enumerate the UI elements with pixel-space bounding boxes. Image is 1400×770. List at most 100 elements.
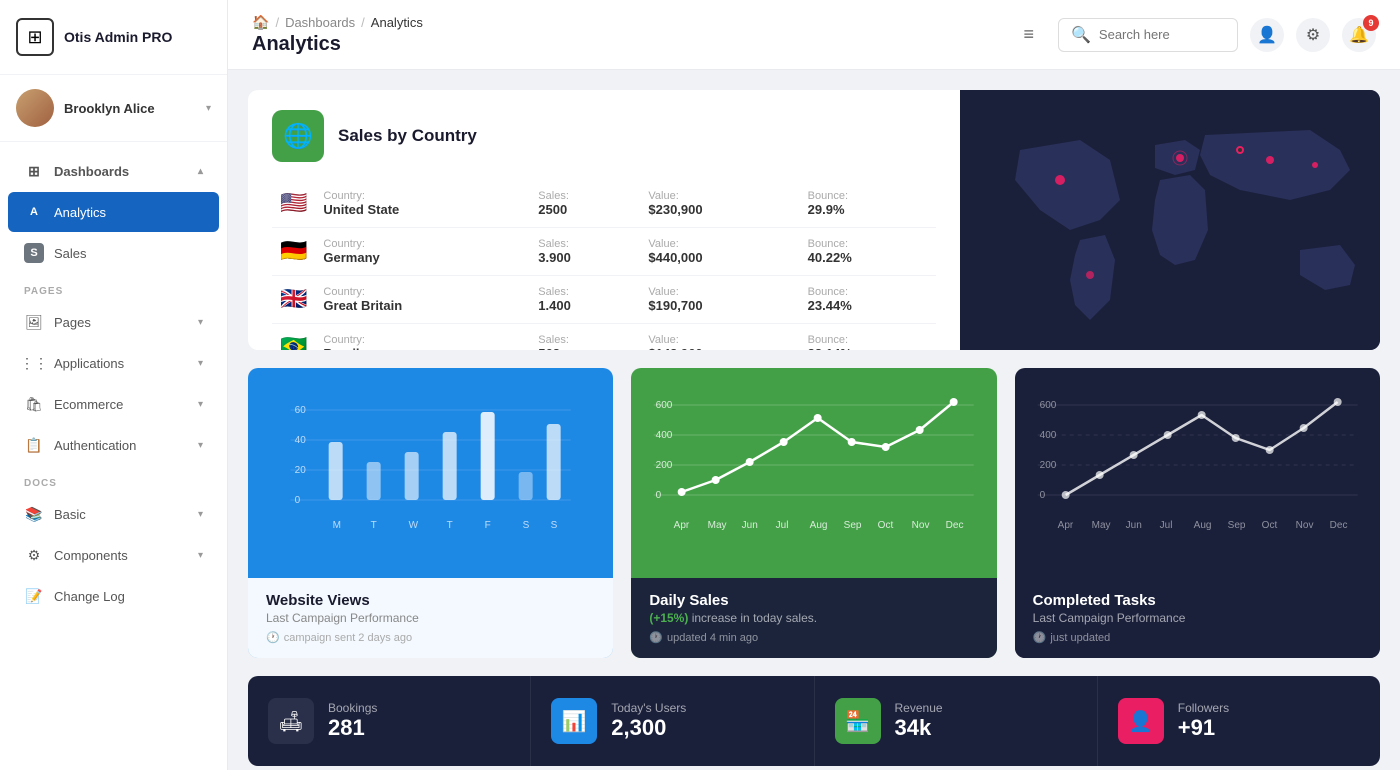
- search-icon: 🔍: [1071, 25, 1091, 45]
- svg-text:F: F: [485, 520, 491, 531]
- bounce-value: 32.14%: [808, 346, 928, 350]
- svg-text:40: 40: [295, 435, 307, 446]
- daily-sales-highlight: (+15%): [649, 611, 688, 625]
- svg-text:200: 200: [656, 460, 673, 471]
- country-label: Country:: [323, 286, 522, 298]
- components-label: Components: [54, 548, 188, 563]
- applications-chevron-icon: ▾: [198, 358, 203, 369]
- sidebar-item-changelog[interactable]: 📝 Change Log: [8, 576, 219, 616]
- table-row: 🇩🇪 Country: Germany Sales: 3.900 Value: …: [272, 228, 936, 276]
- completed-tasks-chart: 600 400 200 0: [1015, 368, 1380, 578]
- svg-text:Dec: Dec: [946, 520, 964, 531]
- svg-text:400: 400: [1039, 430, 1056, 441]
- sales-by-country-card: 🌐 Sales by Country 🇺🇸 Country: United St…: [248, 90, 1380, 350]
- stat-label: Revenue: [895, 701, 943, 715]
- svg-text:May: May: [708, 520, 727, 531]
- value-amount: $230,900: [648, 202, 791, 217]
- pages-section-label: PAGES: [0, 274, 227, 301]
- completed-tasks-card: 600 400 200 0: [1015, 368, 1380, 658]
- svg-text:W: W: [409, 520, 419, 531]
- country-flag: 🇧🇷: [280, 334, 307, 350]
- svg-text:Sep: Sep: [1227, 520, 1245, 531]
- sidebar-item-components[interactable]: ⚙ Components ▾: [8, 535, 219, 575]
- notification-badge: 9: [1363, 15, 1379, 31]
- sidebar: ⊞ Otis Admin PRO Brooklyn Alice ▾ ⊞ Dash…: [0, 0, 228, 770]
- user-name: Brooklyn Alice: [64, 101, 196, 116]
- svg-text:Nov: Nov: [912, 520, 930, 531]
- breadcrumb-sep1: /: [275, 15, 279, 30]
- completed-tasks-title: Completed Tasks: [1033, 592, 1362, 609]
- search-box[interactable]: 🔍: [1058, 18, 1238, 52]
- stat-item: 🛋 Bookings 281: [248, 676, 531, 766]
- sidebar-item-pages[interactable]: 🖼 Pages ▾: [8, 302, 219, 342]
- logo-text: Otis Admin PRO: [64, 29, 172, 45]
- table-row: 🇺🇸 Country: United State Sales: 2500 Val…: [272, 180, 936, 228]
- sidebar-item-applications[interactable]: ⋮⋮ Applications ▾: [8, 343, 219, 383]
- bounce-label: Bounce:: [808, 286, 928, 298]
- stat-item: 📊 Today's Users 2,300: [531, 676, 814, 766]
- svg-text:200: 200: [1039, 460, 1056, 471]
- authentication-label: Authentication: [54, 438, 188, 453]
- country-flag: 🇬🇧: [280, 286, 307, 311]
- daily-sales-card: 600 400 200 0: [631, 368, 996, 658]
- applications-label: Applications: [54, 356, 188, 371]
- dashboards-icon: ⊞: [24, 161, 44, 181]
- page-title: Analytics: [252, 33, 999, 56]
- sidebar-item-analytics[interactable]: A Analytics: [8, 192, 219, 232]
- line-chart-dark-svg: 600 400 200 0: [1031, 380, 1364, 540]
- daily-sales-subtitle: (+15%) increase in today sales.: [649, 611, 978, 625]
- svg-text:Aug: Aug: [1193, 520, 1211, 531]
- stat-icon: 🛋: [268, 698, 314, 744]
- sidebar-item-dashboards[interactable]: ⊞ Dashboards ▴: [8, 151, 219, 191]
- completed-tasks-info: Completed Tasks Last Campaign Performanc…: [1015, 578, 1380, 658]
- main-area: 🏠 / Dashboards / Analytics Analytics ≡ 🔍…: [228, 0, 1400, 770]
- sidebar-item-sales[interactable]: S Sales: [8, 233, 219, 273]
- stat-label: Followers: [1178, 701, 1229, 715]
- user-account-icon[interactable]: 👤: [1250, 18, 1284, 52]
- stat-value: 2,300: [611, 715, 686, 741]
- svg-text:0: 0: [295, 495, 301, 506]
- settings-icon[interactable]: ⚙: [1296, 18, 1330, 52]
- website-views-chart: 60 40 20 0 M T: [248, 368, 613, 578]
- bounce-label: Bounce:: [808, 190, 928, 202]
- sales-value: 1.400: [538, 298, 632, 313]
- website-views-title: Website Views: [266, 592, 595, 609]
- sidebar-item-authentication[interactable]: 📋 Authentication ▾: [8, 425, 219, 465]
- svg-text:M: M: [333, 520, 341, 531]
- stat-item: 👤 Followers +91: [1098, 676, 1380, 766]
- sidebar-item-ecommerce[interactable]: 🛍 Ecommerce ▾: [8, 384, 219, 424]
- svg-text:Nov: Nov: [1295, 520, 1313, 531]
- pages-chevron-icon: ▾: [198, 317, 203, 328]
- country-name: United State: [323, 202, 522, 217]
- ecommerce-chevron-icon: ▾: [198, 399, 203, 410]
- daily-sales-info: Daily Sales (+15%) increase in today sal…: [631, 578, 996, 658]
- applications-icon: ⋮⋮: [24, 353, 44, 373]
- svg-text:S: S: [523, 520, 530, 531]
- basic-icon: 📚: [24, 504, 44, 524]
- table-row: 🇧🇷 Country: Brasil Sales: 562 Value: $14…: [272, 324, 936, 351]
- pages-icon: 🖼: [24, 312, 44, 332]
- bounce-value: 29.9%: [808, 202, 928, 217]
- header-right: 🔍 👤 ⚙ 🔔 9: [1058, 18, 1376, 52]
- sidebar-item-basic[interactable]: 📚 Basic ▾: [8, 494, 219, 534]
- completed-tasks-time: 🕐 just updated: [1033, 631, 1362, 644]
- globe-icon: 🌐: [272, 110, 324, 162]
- svg-text:Jun: Jun: [1125, 520, 1141, 531]
- svg-text:Aug: Aug: [810, 520, 828, 531]
- value-label: Value:: [648, 334, 791, 346]
- sales-label: Sales:: [538, 190, 632, 202]
- breadcrumb-home-icon[interactable]: 🏠: [252, 14, 269, 31]
- breadcrumb-dashboards[interactable]: Dashboards: [285, 15, 355, 30]
- search-input[interactable]: [1099, 27, 1219, 42]
- breadcrumb-sep2: /: [361, 15, 365, 30]
- svg-text:Jul: Jul: [776, 520, 789, 531]
- stat-value: 34k: [895, 715, 943, 741]
- hamburger-menu-icon[interactable]: ≡: [1015, 20, 1042, 49]
- table-row: 🇬🇧 Country: Great Britain Sales: 1.400 V…: [272, 276, 936, 324]
- user-profile[interactable]: Brooklyn Alice ▾: [0, 75, 227, 142]
- notifications-icon[interactable]: 🔔 9: [1342, 18, 1376, 52]
- sales-label: Sales:: [538, 238, 632, 250]
- country-label: Country:: [323, 190, 522, 202]
- components-chevron-icon: ▾: [198, 550, 203, 561]
- sales-label: Sales: [54, 246, 203, 261]
